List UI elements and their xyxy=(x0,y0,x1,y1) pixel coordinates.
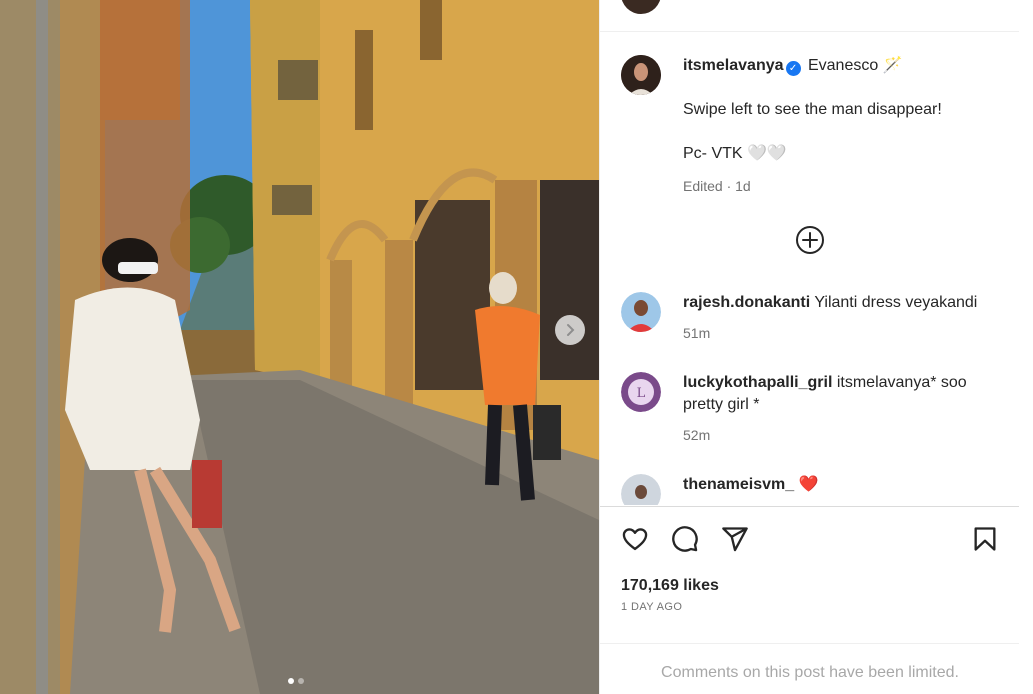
comments-limited-notice: Comments on this post have been limited. xyxy=(600,643,1020,694)
comment-text-line-2: pretty girl * xyxy=(683,396,760,413)
commenter-avatar[interactable] xyxy=(621,292,661,332)
author-avatar[interactable] xyxy=(621,55,661,95)
street-photo-image xyxy=(0,0,599,694)
commenter-username[interactable]: rajesh.donakanti xyxy=(683,294,810,311)
post-actions-section: 170,169 likes 1 DAY AGO Comments on this… xyxy=(600,506,1020,694)
comment-time: 52m xyxy=(683,427,711,443)
post-time[interactable]: 1 DAY AGO xyxy=(621,601,682,613)
like-button[interactable] xyxy=(617,521,653,557)
caption-body: itsmelavanya ✓ Evanesco 🪄 Swipe left to s… xyxy=(683,55,942,197)
comment-time: 51m xyxy=(683,325,711,341)
comment-icon xyxy=(672,526,698,552)
carousel-dot xyxy=(298,678,304,684)
comment-item: L luckykothapalli_gril itsmelavanya* soo… xyxy=(621,372,1011,446)
comment-body: thenameisvm_ ❤️ xyxy=(683,474,819,505)
likes-count[interactable]: 170,169 likes xyxy=(621,577,719,595)
caption-meta: Edited · 1d xyxy=(683,178,751,194)
comment-text: itsmelavanya* soo xyxy=(836,374,967,391)
comment-text: Yilanti dress veyakandi xyxy=(814,294,978,311)
svg-text:L: L xyxy=(637,386,646,401)
share-button[interactable] xyxy=(717,521,753,557)
page-edge xyxy=(1019,0,1033,694)
carousel-indicator xyxy=(288,678,304,684)
author-photo-icon xyxy=(621,55,661,95)
send-icon xyxy=(722,527,748,552)
commenter-photo-icon xyxy=(621,474,661,505)
save-button[interactable] xyxy=(967,521,1003,557)
author-username[interactable]: itsmelavanya xyxy=(683,57,784,74)
comment-item: rajesh.donakanti Yilanti dress veyakandi… xyxy=(621,292,1011,344)
comment-body: luckykothapalli_gril itsmelavanya* soo p… xyxy=(683,372,967,446)
commenter-username[interactable]: luckykothapalli_gril xyxy=(683,374,832,391)
heart-icon xyxy=(622,528,648,551)
author-avatar-top[interactable] xyxy=(621,0,661,14)
caption-line-2: Pc- VTK 🤍🤍 xyxy=(683,145,787,162)
post-photo[interactable] xyxy=(0,0,599,694)
comment-button[interactable] xyxy=(667,521,703,557)
comment-item: thenameisvm_ ❤️ xyxy=(621,474,1011,505)
commenter-photo-icon: L xyxy=(621,372,661,412)
commenter-avatar[interactable] xyxy=(621,474,661,505)
comment-body: rajesh.donakanti Yilanti dress veyakandi… xyxy=(683,292,977,344)
plus-circle-icon xyxy=(796,226,824,254)
caption-title: Evanesco 🪄 xyxy=(807,57,903,74)
comments-section: itsmelavanya ✓ Evanesco 🪄 Swipe left to s… xyxy=(600,33,1020,505)
post-side-panel: itsmelavanya ✓ Evanesco 🪄 Swipe left to s… xyxy=(599,0,1020,694)
verified-badge-icon: ✓ xyxy=(785,61,801,76)
bookmark-icon xyxy=(974,527,996,551)
commenter-photo-icon xyxy=(621,292,661,332)
heart-emoji: ❤️ xyxy=(798,476,819,493)
commenter-username[interactable]: thenameisvm_ xyxy=(683,476,794,493)
carousel-next-button[interactable] xyxy=(555,315,585,345)
chevron-right-icon xyxy=(567,324,575,336)
post-header-strip xyxy=(600,0,1020,32)
commenter-avatar[interactable]: L xyxy=(621,372,661,412)
caption-line-1: Swipe left to see the man disappear! xyxy=(683,101,942,118)
carousel-dot-active xyxy=(288,678,294,684)
caption-item: itsmelavanya ✓ Evanesco 🪄 Swipe left to s… xyxy=(621,55,1011,197)
load-more-comments-button[interactable] xyxy=(794,224,826,256)
